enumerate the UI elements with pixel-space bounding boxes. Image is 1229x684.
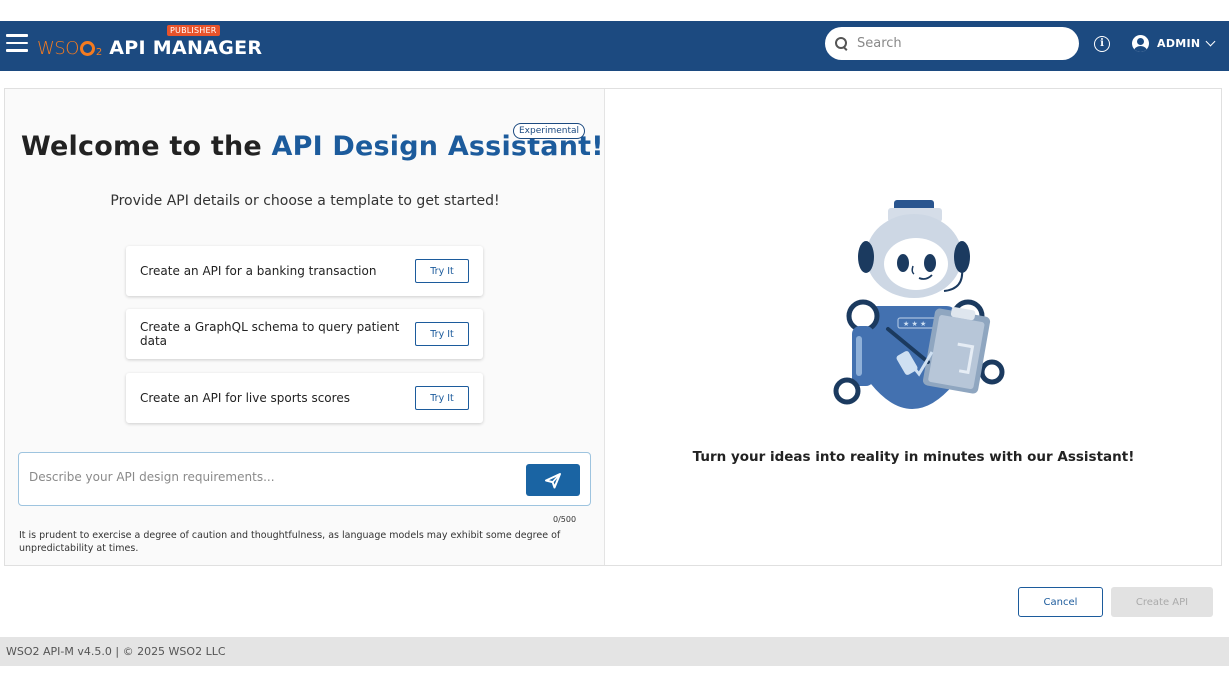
experimental-badge: Experimental <box>513 123 586 139</box>
template-card-sports[interactable]: Create an API for live sports scores Try… <box>126 373 483 423</box>
assistant-card: Welcome to the API Design Assistant! Exp… <box>4 88 1222 566</box>
search-input[interactable] <box>857 36 1057 51</box>
template-label: Create an API for live sports scores <box>140 391 350 405</box>
send-button[interactable] <box>526 464 580 496</box>
template-card-banking[interactable]: Create an API for a banking transaction … <box>126 246 483 296</box>
logo-o-icon <box>79 40 95 56</box>
user-label: ADMIN <box>1157 37 1201 50</box>
assistant-right-panel: ★ ★ ★ Turn your ideas into reality in mi… <box>606 89 1221 565</box>
prompt-input-box[interactable] <box>18 452 591 506</box>
chevron-down-icon <box>1205 36 1216 47</box>
assistant-left-panel: Welcome to the API Design Assistant! Exp… <box>5 89 605 565</box>
robot-illustration-icon: ★ ★ ★ <box>833 200 1005 409</box>
try-it-button[interactable]: Try It <box>415 386 469 410</box>
menu-icon[interactable] <box>6 34 28 54</box>
template-label: Create an API for a banking transaction <box>140 264 377 278</box>
user-menu[interactable]: ADMIN <box>1132 35 1216 52</box>
template-card-graphql[interactable]: Create a GraphQL schema to query patient… <box>126 309 483 359</box>
portal-badge: PUBLISHER <box>167 25 220 36</box>
search-bar[interactable] <box>825 27 1079 60</box>
page-subtitle: Provide API details or choose a template… <box>110 193 500 209</box>
title-prefix: Welcome to the <box>21 131 272 162</box>
logo-subscript: 2 <box>95 47 103 58</box>
top-header: WSO 2 API MANAGER PUBLISHER i ADMIN <box>0 21 1229 71</box>
svg-text:★ ★ ★: ★ ★ ★ <box>903 320 926 328</box>
logo-text: WSO <box>37 37 79 59</box>
char-counter: 0/500 <box>553 515 577 524</box>
disclaimer-text: It is prudent to exercise a degree of ca… <box>19 530 561 554</box>
product-title: API MANAGER <box>109 37 263 59</box>
assistant-tagline: Turn your ideas into reality in minutes … <box>692 449 1135 465</box>
send-icon <box>545 473 561 489</box>
try-it-button[interactable]: Try It <box>415 259 469 283</box>
template-label: Create a GraphQL schema to query patient… <box>140 320 400 348</box>
info-icon[interactable]: i <box>1094 36 1110 52</box>
try-it-button[interactable]: Try It <box>415 322 469 346</box>
account-icon <box>1132 35 1149 52</box>
prompt-input[interactable] <box>29 470 509 484</box>
page-footer: WSO2 API-M v4.5.0 | © 2025 WSO2 LLC <box>0 637 1229 666</box>
wso2-logo[interactable]: WSO 2 API MANAGER <box>37 35 262 61</box>
cancel-button[interactable]: Cancel <box>1018 587 1103 617</box>
create-api-button[interactable]: Create API <box>1111 587 1213 617</box>
search-icon <box>835 36 849 51</box>
